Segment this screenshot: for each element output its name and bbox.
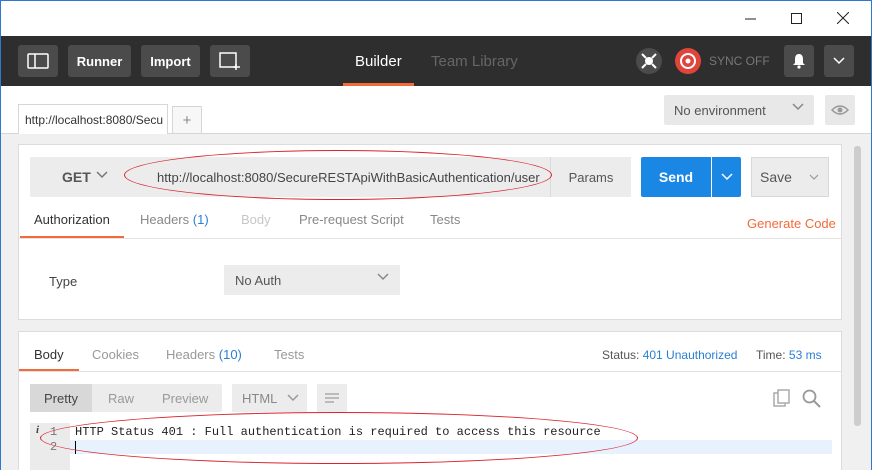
status-value: 401 Unauthorized [642, 348, 738, 362]
headers-count-badge: (1) [192, 212, 209, 227]
chevron-down-icon [96, 171, 108, 179]
auth-type-label: Type [49, 274, 78, 289]
method-label: GET [62, 169, 91, 185]
tab-builder[interactable]: Builder [343, 36, 414, 86]
runner-button[interactable]: Runner [68, 45, 131, 77]
sync-off-icon [680, 53, 696, 69]
minimize-icon [744, 18, 756, 19]
auth-type-value: No Auth [235, 272, 282, 288]
scrollbar-thumb[interactable] [854, 146, 861, 426]
search-icon [802, 389, 821, 408]
generate-code-link[interactable]: Generate Code [747, 216, 836, 231]
chevron-down-icon [792, 103, 804, 111]
raw-button[interactable]: Raw [108, 384, 134, 412]
time-value: 53 ms [788, 348, 822, 362]
tab-headers[interactable]: Headers (1) [140, 212, 209, 238]
response-tab-cookies[interactable]: Cookies [92, 347, 139, 362]
status-label: Status: [602, 348, 640, 362]
pretty-button[interactable]: Pretty [30, 384, 92, 412]
current-line-highlight [70, 440, 832, 454]
response-tab-tests[interactable]: Tests [274, 347, 304, 362]
response-code-line: HTTP Status 401 : Full authentication is… [75, 425, 601, 439]
environment-quick-look-button[interactable] [825, 95, 855, 125]
line-number: 1 [50, 425, 58, 439]
response-tab-headers-label: Headers [166, 347, 216, 362]
tab-pre-request-script[interactable]: Pre-request Script [299, 212, 404, 238]
response-tab-headers[interactable]: Headers (10) [166, 347, 242, 362]
tab-body[interactable]: Body [241, 212, 271, 238]
method-select[interactable]: GET [30, 157, 140, 197]
environment-selected-label: No environment [674, 102, 766, 118]
sidebar-toggle-button[interactable] [18, 45, 58, 77]
chevron-down-icon [720, 173, 733, 181]
tab-team-library[interactable]: Team Library [431, 36, 518, 86]
line-number: 2 [50, 440, 58, 454]
text-caret [75, 441, 76, 454]
sidebar-icon [27, 53, 49, 69]
response-headers-count: (10) [218, 347, 242, 362]
preview-button[interactable]: Preview [162, 384, 208, 412]
tab-headers-label: Headers [140, 212, 190, 227]
response-status: Status: 401 Unauthorized [602, 348, 737, 362]
maximize-icon [790, 12, 802, 24]
tab-tests[interactable]: Tests [430, 212, 460, 238]
copy-button[interactable] [773, 389, 791, 410]
send-button[interactable]: Send [641, 157, 711, 197]
subtab-divider [19, 238, 841, 239]
save-options-button[interactable] [800, 157, 829, 197]
params-button[interactable]: Params [550, 157, 631, 197]
chevron-down-icon [287, 394, 299, 402]
environment-select[interactable]: No environment [664, 95, 814, 125]
new-window-button[interactable] [210, 45, 250, 77]
chevron-down-icon [809, 174, 819, 180]
add-tab-button[interactable]: + [172, 106, 202, 134]
wrap-lines-button[interactable] [317, 384, 347, 412]
response-time: Time: 53 ms [756, 348, 822, 362]
copy-icon [773, 389, 790, 407]
language-label: HTML [242, 390, 278, 406]
send-options-button[interactable] [712, 157, 741, 197]
chevron-down-icon [833, 57, 845, 65]
bell-icon [793, 54, 805, 69]
import-button[interactable]: Import [141, 45, 200, 77]
minimize-button[interactable] [727, 0, 773, 36]
maximize-button[interactable] [773, 0, 819, 36]
url-input[interactable] [140, 157, 550, 197]
close-window-button[interactable] [820, 0, 866, 36]
tab-team-library-label: Team Library [431, 52, 518, 70]
satellite-icon [641, 53, 657, 69]
time-label: Time: [756, 348, 786, 362]
request-tab[interactable]: http://localhost:8080/Secu [18, 104, 168, 134]
wrap-lines-icon [325, 393, 339, 403]
plus-icon: + [182, 111, 192, 129]
chevron-down-icon [377, 273, 389, 281]
sync-status-button[interactable] [675, 48, 701, 74]
sync-status-label: SYNC OFF [709, 54, 770, 68]
tab-builder-label: Builder [355, 52, 402, 70]
notifications-button[interactable] [784, 45, 814, 77]
main-toolbar: Runner Import Builder Team Library SYNC … [0, 36, 872, 86]
close-icon [837, 12, 849, 24]
search-button[interactable] [802, 389, 821, 411]
new-window-icon [219, 52, 240, 70]
auth-type-select[interactable]: No Auth [224, 265, 400, 295]
tab-authorization[interactable]: Authorization [20, 212, 124, 238]
interceptor-button[interactable] [636, 48, 662, 74]
response-tab-divider [19, 371, 841, 372]
response-language-select[interactable]: HTML [232, 384, 307, 412]
response-tab-body[interactable]: Body [19, 347, 79, 371]
eye-icon [831, 105, 849, 115]
menu-dropdown-button[interactable] [824, 45, 854, 77]
save-button[interactable]: Save [751, 157, 801, 197]
info-icon: i [36, 424, 40, 436]
window-titlebar [0, 0, 872, 36]
